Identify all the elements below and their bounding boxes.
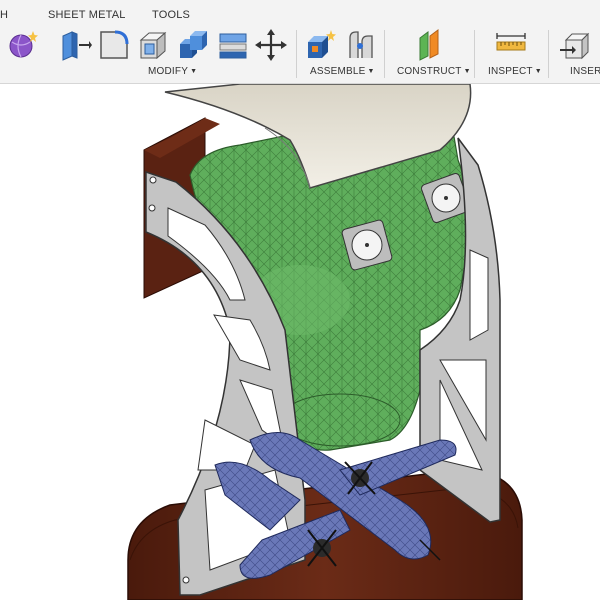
group-label-insert[interactable]: INSERT bbox=[570, 66, 600, 77]
new-component-icon[interactable] bbox=[304, 28, 338, 62]
tab-tools[interactable]: TOOLS bbox=[152, 9, 190, 21]
group-separator bbox=[548, 30, 549, 78]
create-form-icon[interactable] bbox=[6, 28, 40, 62]
group-separator bbox=[474, 30, 475, 78]
replace-face-icon[interactable] bbox=[216, 28, 250, 62]
combine-icon[interactable] bbox=[176, 28, 210, 62]
shell-icon[interactable] bbox=[137, 28, 171, 62]
ribbon-toolbar: H SHEET METAL TOOLS MODIFY ▼ ASSEMBLE ▼ … bbox=[0, 0, 600, 84]
group-label-assemble[interactable]: ASSEMBLE ▼ bbox=[310, 66, 375, 77]
group-label-inspect[interactable]: INSPECT ▼ bbox=[488, 66, 542, 77]
tab-sheet-metal[interactable]: SHEET METAL bbox=[48, 9, 126, 21]
insert-icon[interactable] bbox=[558, 28, 592, 62]
canvas-viewport[interactable] bbox=[0, 84, 600, 600]
press-pull-icon[interactable] bbox=[58, 28, 92, 62]
fillet-icon[interactable] bbox=[97, 28, 131, 62]
measure-icon[interactable] bbox=[494, 28, 528, 62]
group-separator bbox=[296, 30, 297, 78]
model-render bbox=[127, 84, 523, 600]
group-separator bbox=[384, 30, 385, 78]
joint-icon[interactable] bbox=[344, 28, 378, 62]
offset-plane-icon[interactable] bbox=[414, 28, 448, 62]
tab-mesh[interactable]: H bbox=[0, 9, 8, 21]
move-icon[interactable] bbox=[254, 28, 288, 62]
group-label-construct[interactable]: CONSTRUCT ▼ bbox=[397, 66, 471, 77]
group-label-modify[interactable]: MODIFY ▼ bbox=[148, 66, 197, 77]
